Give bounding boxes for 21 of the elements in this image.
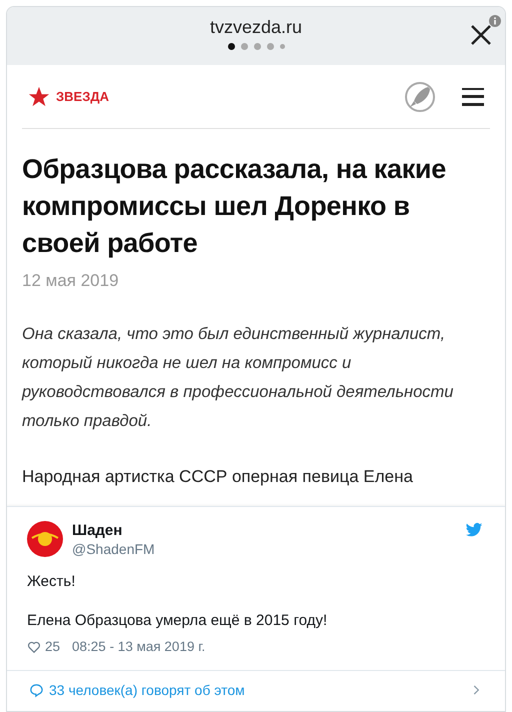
discussion-link[interactable]: 33 человек(а) говорят об этом (7, 671, 505, 710)
close-button[interactable] (469, 23, 493, 47)
article-paragraph: Народная артистка СССР оперная певица Елена (22, 466, 414, 488)
tweet-text: Елена Образцова умерла ещё в 2015 году! (27, 611, 328, 630)
tweet-handle[interactable]: @ShadenFM (72, 540, 155, 559)
like-button[interactable]: 25 (27, 637, 60, 658)
site-logo[interactable]: ЗВЕЗДА (28, 86, 109, 108)
bird-icon[interactable] (465, 521, 483, 539)
tweet-time[interactable]: 08:25 - 13 мая 2019 г. (72, 637, 206, 658)
article-lead: Она сказала, что это был единственный журналист, который никогда не шел на компромисс и руководствовался в профессиональной деятельности только правдой. (22, 324, 454, 432)
tweet-text: Жесть! (27, 572, 76, 591)
tweet-author[interactable]: Шаден (72, 521, 155, 540)
heart-icon (27, 640, 41, 654)
menu-icon[interactable] (462, 88, 484, 106)
article-title: Образцова рассказала, на какие компромиссы шел Доренко в своей работе (22, 153, 447, 260)
info-icon[interactable] (489, 15, 501, 27)
article-date: 12 мая 2019 (22, 270, 120, 292)
domain-text: tvzvezda.ru (210, 16, 302, 39)
avatar-icon[interactable] (27, 521, 63, 557)
speech-bubble-icon (29, 682, 44, 698)
star-icon (28, 86, 50, 108)
